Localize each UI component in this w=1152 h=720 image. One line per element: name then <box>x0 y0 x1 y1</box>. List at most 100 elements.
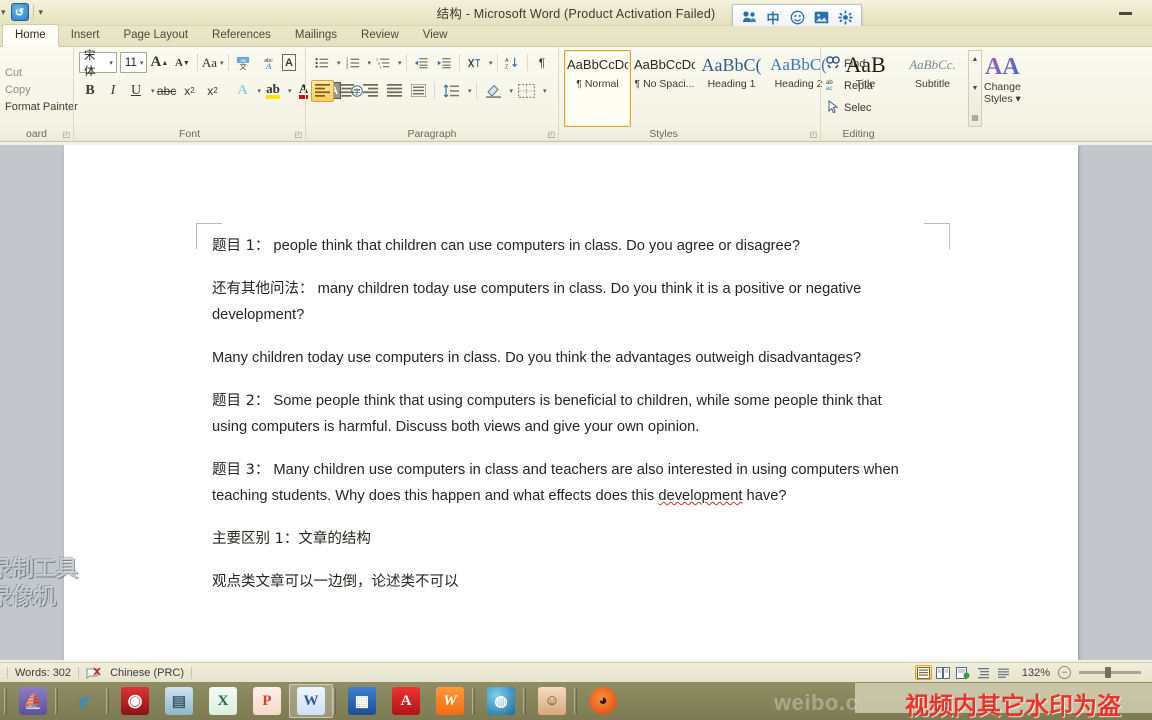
taskbar-grip[interactable] <box>4 688 7 714</box>
grow-font-icon[interactable]: A ▲ <box>148 52 170 74</box>
borders-icon[interactable] <box>514 80 539 102</box>
taskbar-item-avatar-app[interactable]: ☺ <box>530 684 574 718</box>
zoom-out-button[interactable]: − <box>1058 666 1071 679</box>
font-name-combo[interactable]: 宋体 ▾ <box>79 50 117 78</box>
taskbar-item-word[interactable]: W <box>289 684 333 718</box>
numbering-chevron-down-icon[interactable]: ▾ <box>368 59 372 67</box>
spell-check-icon[interactable] <box>86 666 102 680</box>
zoom-level-label[interactable]: 132% <box>1022 667 1050 679</box>
text-effects-icon[interactable]: A <box>232 80 254 102</box>
document-body-text[interactable]: 题目 1： people think that children can use… <box>212 233 912 612</box>
replace-button[interactable]: ab ac Repla <box>826 76 891 96</box>
asian-layout-chevron-down-icon[interactable]: ▾ <box>489 59 493 67</box>
cut-button[interactable]: Cut <box>5 66 78 80</box>
shading-chevron-down-icon[interactable]: ▾ <box>510 87 514 95</box>
change-styles-button[interactable]: AA Change Styles ▾ <box>984 50 1021 127</box>
bullets-chevron-down-icon[interactable]: ▾ <box>337 59 341 67</box>
zoom-slider-thumb[interactable] <box>1105 667 1111 678</box>
taskbar-item-wps[interactable]: W <box>428 684 472 718</box>
doc-paragraph-5[interactable]: 题目 3： Many children use computers in cla… <box>212 457 912 509</box>
styles-scroll-down-icon[interactable]: ▼ <box>969 80 981 97</box>
styles-gallery-scrollbar[interactable]: ▲ ▼ ▤ <box>968 50 982 127</box>
shrink-font-icon[interactable]: A ▼ <box>171 52 193 74</box>
style-heading-1[interactable]: AaBbC( Heading 1 <box>698 50 765 127</box>
italic-button[interactable]: I <box>102 80 124 102</box>
line-spacing-chevron-down-icon[interactable]: ▾ <box>468 87 472 95</box>
doc-paragraph-4[interactable]: 题目 2： Some people think that using compu… <box>212 388 912 440</box>
bold-button[interactable]: B <box>79 80 101 102</box>
paragraph-dialog-launcher-icon[interactable]: ◰ <box>547 130 555 139</box>
taskbar-item-notes[interactable]: ▤ <box>157 684 201 718</box>
document-page[interactable]: 题目 1： people think that children can use… <box>64 145 1078 660</box>
decrease-indent-icon[interactable] <box>410 52 432 74</box>
style-subtitle[interactable]: AaBbCc. Subtitle <box>899 50 966 127</box>
clipboard-dialog-launcher-icon[interactable]: ◰ <box>62 130 70 139</box>
increase-indent-icon[interactable] <box>433 52 455 74</box>
font-size-combo[interactable]: 11 ▾ <box>119 52 148 73</box>
ribbon-tab-strip[interactable]: Home Insert Page Layout References Maili… <box>0 24 1152 47</box>
print-layout-view-button[interactable] <box>914 665 932 680</box>
line-spacing-icon[interactable] <box>439 80 464 102</box>
subscript-button[interactable]: x2 <box>179 80 201 102</box>
taskbar-item-ship[interactable]: ⛵ <box>11 684 55 718</box>
underline-chevron-down-icon[interactable]: ▾ <box>151 87 155 95</box>
ime-settings-icon[interactable] <box>834 7 856 27</box>
doc-paragraph-2[interactable]: 还有其他问法： many children today use computer… <box>212 276 912 328</box>
taskbar-grip-6[interactable] <box>523 688 526 714</box>
tab-mailings[interactable]: Mailings <box>283 25 349 46</box>
doc-paragraph-7[interactable]: 观点类文章可以一边倒，论述类不可以 <box>212 569 912 595</box>
ime-logo-icon[interactable] <box>738 7 760 27</box>
styles-dialog-launcher-icon[interactable]: ◰ <box>809 130 817 139</box>
taskbar-item-media[interactable]: ▦ <box>340 684 384 718</box>
document-canvas[interactable]: 题目 1： people think that children can use… <box>0 145 1152 660</box>
style-no-spacing[interactable]: AaBbCcDc ¶ No Spaci... <box>631 50 698 127</box>
outline-view-button[interactable] <box>975 665 992 680</box>
styles-more-icon[interactable]: ▤ <box>969 109 981 126</box>
styles-scroll-up-icon[interactable]: ▲ <box>969 51 981 68</box>
taskbar-grip-4[interactable] <box>333 688 336 714</box>
tab-references[interactable]: References <box>200 25 283 46</box>
tab-review[interactable]: Review <box>349 25 411 46</box>
language-label[interactable]: Chinese (PRC) <box>110 667 184 679</box>
ime-chinese-mode-icon[interactable]: 中 <box>762 7 784 27</box>
taskbar-item-red-circle-app[interactable]: ◉ <box>113 684 157 718</box>
multilevel-list-icon[interactable]: 1ai <box>372 52 394 74</box>
tab-page-layout[interactable]: Page Layout <box>111 25 200 46</box>
taskbar-grip-7[interactable] <box>574 688 577 714</box>
numbering-icon[interactable]: 123 <box>342 52 364 74</box>
styles-gallery[interactable]: AaBbCcDc ¶ Normal AaBbCcDc ¶ No Spaci...… <box>564 50 982 127</box>
tab-home[interactable]: Home <box>2 24 59 47</box>
sort-icon[interactable]: AZ <box>501 52 523 74</box>
strikethrough-button[interactable]: abc <box>156 80 178 102</box>
phonetic-guide-icon[interactable]: AB 文 <box>232 52 254 74</box>
text-highlight-color-icon[interactable]: ab <box>262 80 284 102</box>
minimize-button[interactable] <box>1112 6 1138 20</box>
taskbar-item-cat-app[interactable]: ◕ <box>581 684 625 718</box>
select-button[interactable]: Selec <box>826 98 891 118</box>
style-normal[interactable]: AaBbCcDc ¶ Normal <box>564 50 631 127</box>
draft-view-button[interactable] <box>995 665 1012 680</box>
taskbar-grip-2[interactable] <box>55 688 58 714</box>
ime-emoji-icon[interactable] <box>786 7 808 27</box>
ime-picture-icon[interactable] <box>810 7 832 27</box>
highlight-chevron-down-icon[interactable]: ▾ <box>288 87 292 95</box>
font-size-chevron-down-icon[interactable]: ▾ <box>140 59 144 67</box>
web-layout-view-button[interactable] <box>955 665 972 680</box>
full-screen-reading-view-button[interactable] <box>935 665 952 680</box>
align-left-button[interactable] <box>311 79 334 102</box>
taskbar-item-browser-globe[interactable]: ◍ <box>479 684 523 718</box>
doc-paragraph-3[interactable]: Many children today use computers in cla… <box>212 345 912 371</box>
tab-insert[interactable]: Insert <box>59 25 112 46</box>
change-case-icon[interactable]: Aa ▾ <box>202 52 224 74</box>
doc-paragraph-6[interactable]: 主要区别 1：文章的结构 <box>212 526 912 552</box>
font-dialog-launcher-icon[interactable]: ◰ <box>294 130 302 139</box>
copy-button[interactable]: Copy <box>5 83 78 97</box>
taskbar-grip-3[interactable] <box>106 688 109 714</box>
clear-formatting-icon[interactable]: A <box>278 52 300 74</box>
distributed-button[interactable] <box>407 80 430 102</box>
format-painter-button[interactable]: Format Painter <box>5 100 78 114</box>
multilevel-chevron-down-icon[interactable]: ▾ <box>398 59 402 67</box>
superscript-button[interactable]: x2 <box>202 80 224 102</box>
doc-paragraph-1[interactable]: 题目 1： people think that children can use… <box>212 233 912 259</box>
asian-layout-icon[interactable] <box>463 52 485 74</box>
